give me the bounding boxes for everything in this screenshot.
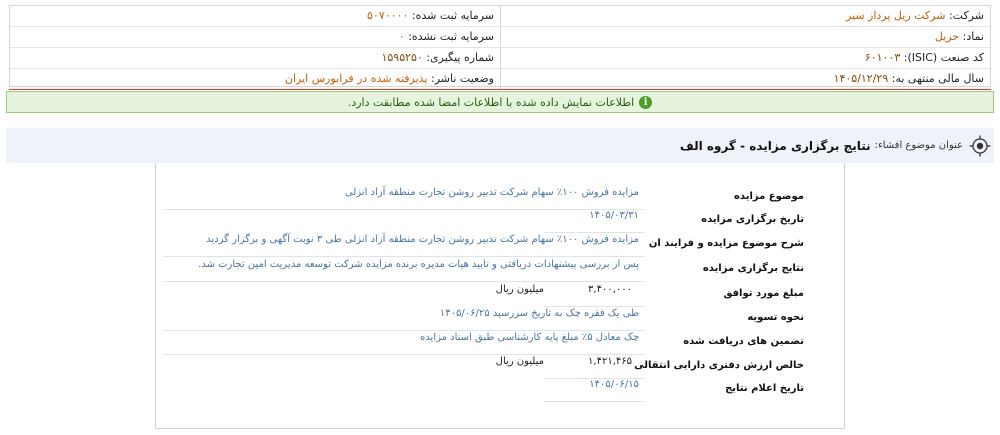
detail-row-guarantees: تضمین های دریافت شده چک معادل ۵٪ مبلغ پا… [156,330,844,355]
detail-unit: میلیون ریال [495,356,544,367]
tracking-cell: شماره پیگیری: ۱۵۹۵۲۵۰ [10,48,500,68]
detail-label: شرح موضوع مزایده و فرایند ان [648,238,804,249]
detail-row-net-book-value: خالص ارزش دفتری دارایی انتقالی ۱,۴۲۱,۴۶۵… [156,354,844,379]
row-divider [544,401,644,402]
publisher-status-cell: وضعیت ناشر: پذیرفته شده در فرابورس ایران [10,69,500,89]
company-info-table: شرکت: شرکت ریل پرداز سیر سرمایه ثبت شده:… [9,5,991,89]
detail-row-auction-date: تاریخ برگزاری مزایده ۱۴۰۵/۰۳/۳۱ [156,208,844,233]
symbol-cell: نماد: حریل [500,27,990,47]
detail-label: تاریخ برگزاری مزایده [701,214,804,225]
divider [9,89,991,90]
info-row-1: شرکت: شرکت ریل پرداز سیر سرمایه ثبت شده:… [10,6,990,27]
detail-row-subject: موضوع مزایده مزایده فروش ۱۰۰٪ سهام شرکت … [156,185,844,210]
target-icon [969,135,991,156]
detail-label: موضوع مزایده [734,191,804,202]
unregistered-capital-label: سرمایه ثبت نشده: [408,30,494,43]
detail-value: ۱,۴۲۱,۴۶۵ [588,356,632,367]
fiscal-value: ۱۴۰۵/۱۲/۲۹ [833,72,889,85]
symbol-value[interactable]: حریل [935,30,959,43]
detail-value: مزایده فروش ۱۰۰٪ سهام شرکت تدبیر روشن تج… [206,234,639,245]
banner-text: اطلاعات نمایش داده شده با اطلاعات امضا ش… [347,95,635,109]
tracking-label: شماره پیگیری: [426,51,494,64]
unregistered-capital-cell: سرمایه ثبت نشده: ۰ [10,27,500,47]
detail-unit: میلیون ریال [495,284,544,295]
detail-label: تاریخ اعلام نتایج [725,383,804,394]
detail-value: طی یک فقره چک به تاریخ سررسید ۱۴۰۵/۰۶/۲۵ [439,308,639,319]
company-value[interactable]: شرکت ریل پرداز سیر [846,9,946,22]
tracking-value: ۱۵۹۵۲۵۰ [381,51,423,64]
detail-label: تضمین های دریافت شده [683,336,804,347]
registered-capital-label: سرمایه ثبت شده: [411,9,494,22]
detail-row-announcement-date: تاریخ اعلام نتایج ۱۴۰۵/۰۶/۱۵ [156,377,844,402]
detail-value: ۱۴۰۵/۰۶/۱۵ [589,379,639,390]
publisher-status-value: پذیرفته شده در فرابورس ایران [284,72,428,85]
info-row-3: کد صنعت (ISIC): ۶۰۱۰۰۳ شماره پیگیری: ۱۵۹… [10,48,990,69]
detail-value: مزایده فروش ۱۰۰٪ سهام شرکت تدبیر روشن تج… [344,187,639,198]
publisher-status-label: وضعیت ناشر: [431,72,494,85]
info-row-2: نماد: حریل سرمایه ثبت نشده: ۰ [10,27,990,48]
detail-value: ۱۴۰۵/۰۳/۳۱ [589,210,639,221]
registered-capital-value: ۵۰۷۰۰۰۰ [367,9,409,22]
isic-value: ۶۰۱۰۰۳ [864,51,901,64]
company-cell: شرکت: شرکت ریل پرداز سیر [500,6,990,26]
detail-label: نتایج برگزاری مزایده [702,263,804,274]
detail-label: نحوه تسویه [747,312,804,323]
detail-row-agreed-amount: مبلغ مورد توافق ۳,۴۰۰,۰۰۰ میلیون ریال [156,282,844,307]
verification-banner: i اطلاعات نمایش داده شده با اطلاعات امضا… [6,91,994,113]
info-icon: i [639,95,653,109]
details-panel: موضوع مزایده مزایده فروش ۱۰۰٪ سهام شرکت … [155,163,845,429]
detail-row-results: نتایج برگزاری مزایده پس از بررسی پیشنهاد… [156,257,844,282]
detail-row-description: شرح موضوع مزایده و فرایند ان مزایده فروش… [156,232,844,257]
registered-capital-cell: سرمایه ثبت شده: ۵۰۷۰۰۰۰ [10,6,500,26]
isic-cell: کد صنعت (ISIC): ۶۰۱۰۰۳ [500,48,990,68]
detail-label: مبلغ مورد توافق [723,288,804,299]
detail-value: ۳,۴۰۰,۰۰۰ [588,284,632,295]
title-label: عنوان موضوع افشاء: [874,140,963,151]
detail-value: چک معادل ۵٪ مبلغ پایه کارشناسی طبق اسناد… [420,332,639,343]
isic-label: کد صنعت (ISIC): [903,51,984,64]
disclosure-title-bar: عنوان موضوع افشاء: نتایج برگزاری مزایده … [6,128,994,163]
detail-row-settlement: نحوه تسویه طی یک فقره چک به تاریخ سررسید… [156,306,844,331]
symbol-label: نماد: [962,30,984,43]
company-label: شرکت: [948,9,984,22]
info-row-4: سال مالی منتهی به: ۱۴۰۵/۱۲/۲۹ وضعیت ناشر… [10,69,990,89]
fiscal-cell: سال مالی منتهی به: ۱۴۰۵/۱۲/۲۹ [500,69,990,89]
unregistered-capital-value: ۰ [398,30,405,43]
detail-label: خالص ارزش دفتری دارایی انتقالی [634,360,804,371]
page-title: نتایج برگزاری مزایده - گروه الف [679,138,871,153]
detail-value: پس از بررسی پیشنهادات دریافتی و تایید هی… [198,259,639,270]
fiscal-label: سال مالی منتهی به: [891,72,984,85]
